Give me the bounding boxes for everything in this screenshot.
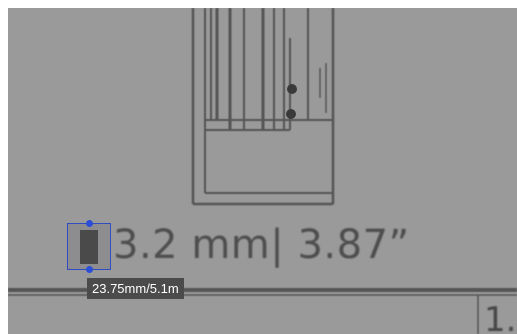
- technical-drawing: [8, 8, 517, 334]
- bottom-drag-handle[interactable]: [86, 266, 93, 273]
- dimension-text: 3.2 mm| 3.87”: [113, 222, 410, 268]
- corner-number: 1.1: [484, 300, 517, 334]
- measure-selection-box[interactable]: [67, 220, 111, 273]
- bolt-circle: [287, 84, 297, 94]
- bolt-circle: [286, 109, 296, 119]
- top-drag-handle[interactable]: [86, 220, 93, 227]
- measurement-tooltip: 23.75mm/5.1m: [87, 278, 184, 299]
- image-viewer-canvas[interactable]: 3.2 mm| 3.87” 1.1 23.75mm/5.1m: [8, 8, 517, 334]
- selected-digit-region: [80, 230, 98, 264]
